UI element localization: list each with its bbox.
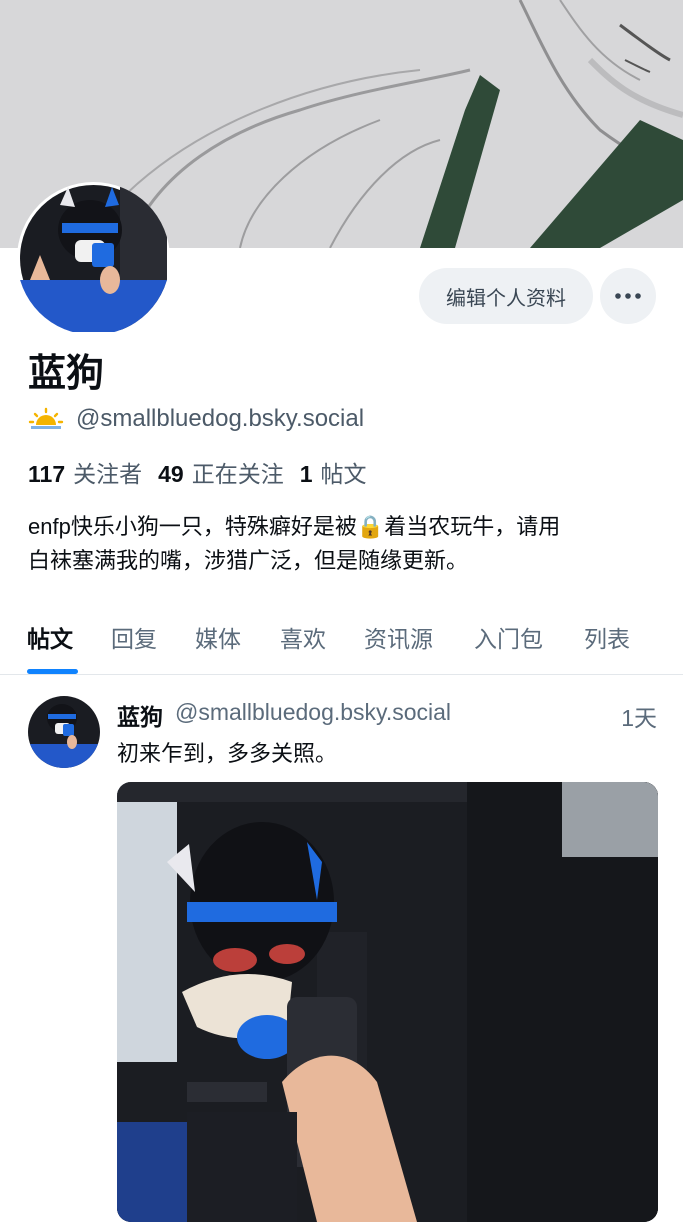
followers-link[interactable]: 117 关注者 bbox=[28, 455, 142, 489]
tab-replies[interactable]: 回复 bbox=[111, 620, 157, 654]
profile-bio: enfp快乐小狗一只，特殊癖好是被🔒着当农玩牛，请用 白袜塞满我的嘴，涉猎广泛，… bbox=[28, 510, 658, 578]
bio-line: 白袜塞满我的嘴，涉猎广泛，但是随缘更新。 bbox=[28, 548, 469, 573]
bio-line: enfp快乐小狗一只，特殊癖好是被🔒着当农玩牛，请用 bbox=[28, 514, 561, 539]
more-icon bbox=[615, 293, 641, 299]
tab-starter-packs[interactable]: 入门包 bbox=[474, 620, 543, 654]
profile-handle: @smallbluedog.bsky.social bbox=[76, 405, 365, 432]
profile-stats: 117 关注者 49 正在关注 1 帖文 bbox=[28, 455, 367, 489]
tab-feeds[interactable]: 资讯源 bbox=[364, 620, 433, 654]
post-image[interactable] bbox=[117, 782, 658, 1222]
sunrise-icon bbox=[28, 407, 64, 429]
tab-posts[interactable]: 帖文 bbox=[27, 620, 73, 654]
more-options-button[interactable] bbox=[600, 268, 656, 324]
tab-media[interactable]: 媒体 bbox=[195, 620, 241, 654]
tab-lists[interactable]: 列表 bbox=[584, 620, 630, 654]
display-name: 蓝狗 bbox=[28, 353, 105, 395]
followers-label: 关注者 bbox=[73, 461, 143, 487]
profile-tabs: 帖文 回复 媒体 喜欢 资讯源 入门包 列表 bbox=[0, 610, 683, 675]
followers-count: 117 bbox=[28, 461, 66, 487]
following-link[interactable]: 49 正在关注 bbox=[158, 455, 284, 489]
avatar-image bbox=[20, 185, 167, 332]
posts-count-label: 1 帖文 bbox=[300, 455, 367, 489]
active-tab-indicator bbox=[27, 669, 78, 674]
tab-likes[interactable]: 喜欢 bbox=[280, 620, 326, 654]
post-author-handle[interactable]: @smallbluedog.bsky.social bbox=[175, 699, 451, 726]
post-timestamp[interactable]: 1天 bbox=[621, 699, 657, 733]
posts-count: 1 bbox=[299, 461, 313, 487]
post-author-avatar[interactable] bbox=[28, 696, 100, 768]
post-avatar-image bbox=[28, 696, 100, 768]
profile-avatar[interactable] bbox=[17, 182, 170, 335]
following-count: 49 bbox=[158, 461, 184, 487]
following-label: 正在关注 bbox=[191, 461, 284, 487]
post-text: 初来乍到，多多关照。 bbox=[117, 741, 338, 766]
edit-profile-button[interactable]: 编辑个人资料 bbox=[419, 268, 593, 324]
post-author-name[interactable]: 蓝狗 bbox=[117, 698, 163, 732]
handle-row: @smallbluedog.bsky.social bbox=[28, 403, 364, 435]
post-photo bbox=[117, 782, 658, 1222]
posts-label: 帖文 bbox=[320, 461, 367, 487]
